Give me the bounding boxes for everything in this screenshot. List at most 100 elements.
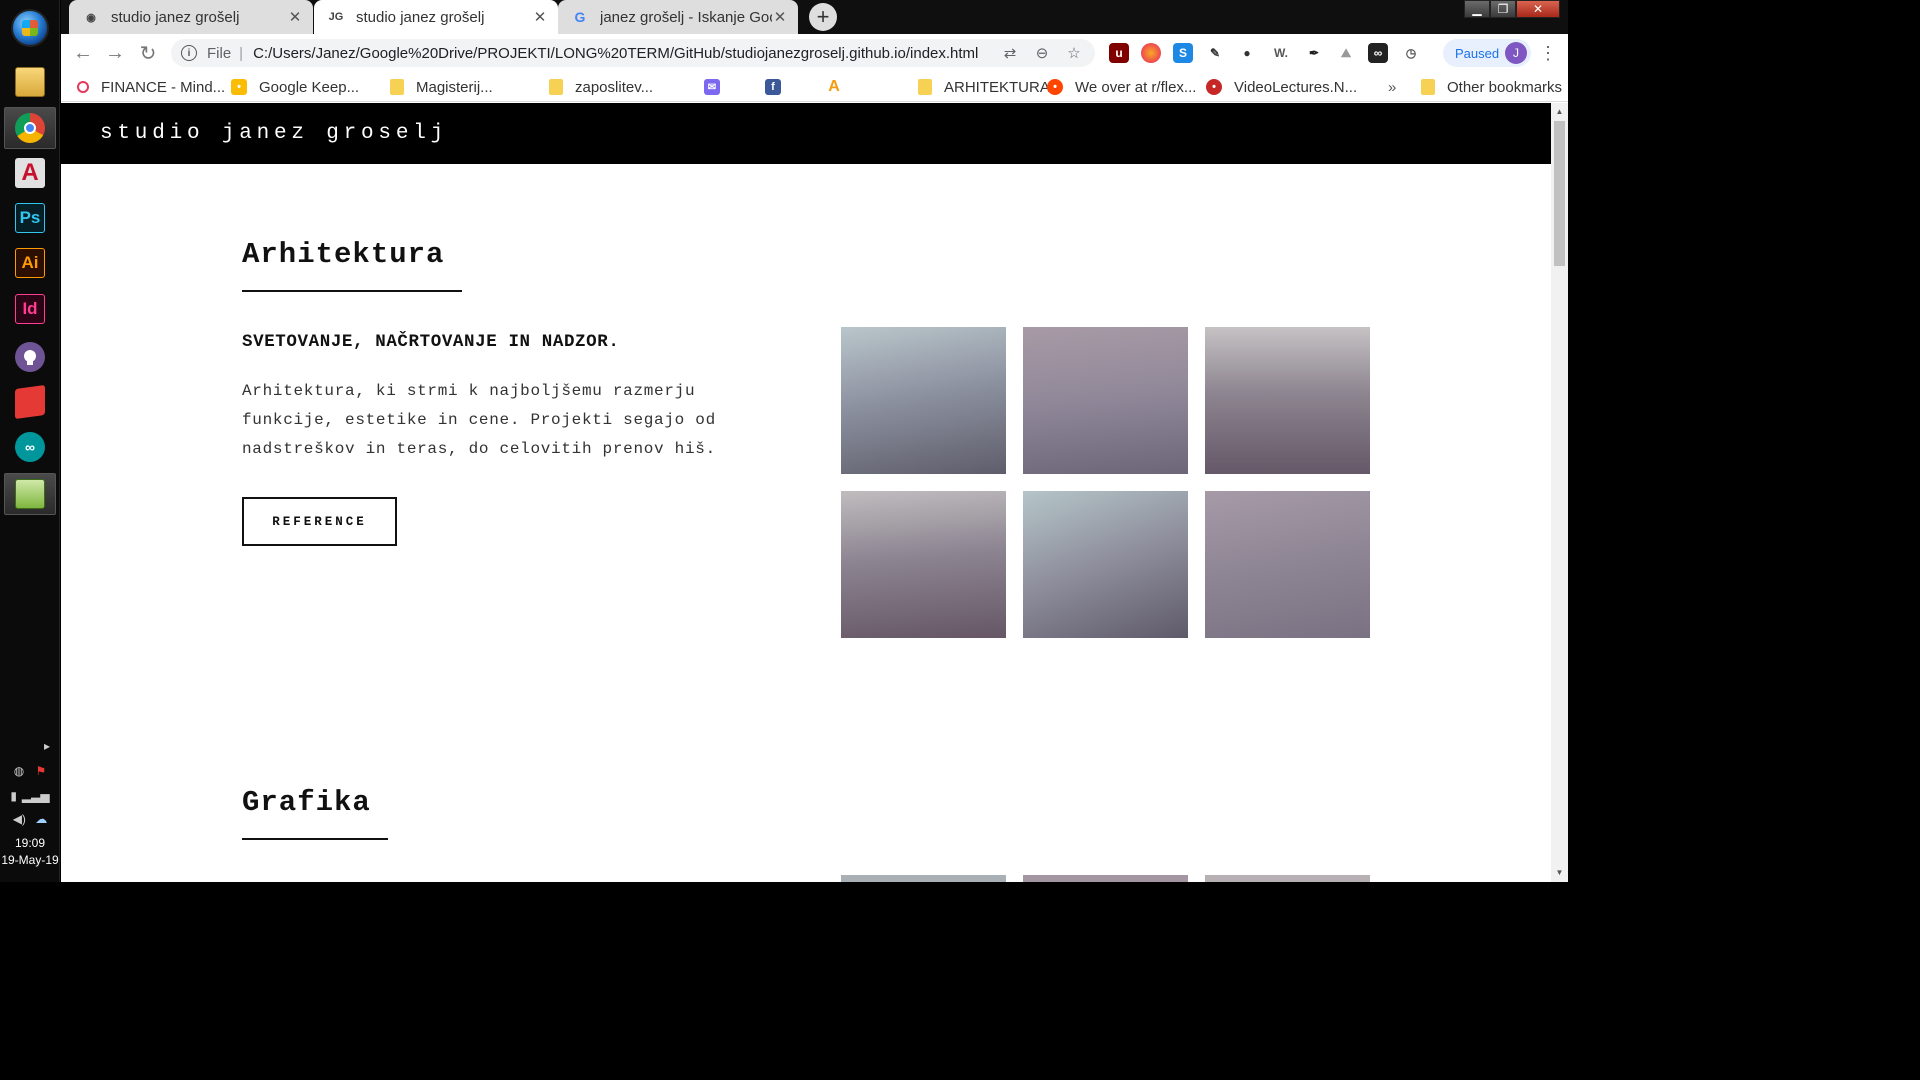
indesign-icon: Id [15, 294, 45, 324]
scrollbar-thumb[interactable] [1554, 121, 1565, 266]
star-bookmark-icon[interactable]: ☆ [1063, 44, 1085, 62]
file-explorer-taskbar-button[interactable] [4, 61, 56, 103]
project-thumbnail[interactable] [841, 875, 1006, 882]
site-logo[interactable]: studio janez groselj [100, 122, 448, 145]
window-controls: ▁ ❐ ✕ [1464, 0, 1560, 18]
w-extension-icon[interactable]: W. [1271, 43, 1291, 63]
ninja-icon[interactable]: ● [1237, 43, 1257, 63]
project-thumbnail[interactable] [1023, 327, 1188, 474]
cloud-sync-icon[interactable]: ☁ [35, 812, 47, 826]
mountain-icon[interactable]: ⛰ [1336, 43, 1356, 63]
bookmark-label: VideoLectures.N... [1234, 78, 1358, 96]
chrome-taskbar-button[interactable] [4, 107, 56, 149]
bookmark-arhitektura[interactable]: ARHITEKTURA [918, 76, 1050, 98]
illustrator-taskbar-button[interactable]: Ai [4, 242, 56, 284]
bookmark-label: zaposlitev... [575, 78, 654, 96]
tab-studio-janez-groselj-2[interactable]: JG studio janez grošelj ✕ [314, 0, 558, 34]
bookmark-google-keep[interactable]: • Google Keep... [231, 76, 359, 98]
autocad-taskbar-button[interactable]: A [4, 152, 56, 194]
profile-button[interactable]: Paused J [1443, 39, 1531, 67]
close-tab-icon[interactable]: ✕ [287, 8, 303, 26]
color-picker-icon[interactable] [1141, 43, 1161, 63]
signal-icon[interactable]: ▂▃▅ [22, 789, 50, 803]
close-tab-icon[interactable]: ✕ [772, 8, 788, 26]
restore-button[interactable]: ❐ [1490, 0, 1516, 18]
timer-icon[interactable]: ◷ [1401, 43, 1421, 63]
ruler-icon[interactable]: ✎ [1205, 43, 1225, 63]
network-globe-icon[interactable]: ◍ [14, 764, 24, 778]
tab-title: studio janez grošelj [356, 8, 485, 26]
bookmark-magisterij[interactable]: Magisterij... [390, 76, 493, 98]
project-thumbnail[interactable] [841, 491, 1006, 638]
info-icon[interactable]: i [181, 45, 197, 61]
bookmark-videolectures[interactable]: • VideoLectures.N... [1206, 76, 1357, 98]
forward-button[interactable]: → [103, 41, 127, 65]
menu-dots-icon[interactable]: ⋮ [1539, 42, 1557, 64]
url-separator: | [239, 44, 244, 62]
project-thumbnail[interactable] [1205, 491, 1370, 638]
reload-button[interactable]: ↻ [136, 41, 160, 65]
clock-date[interactable]: 19-May-19 [0, 853, 60, 867]
bookmark-mail[interactable]: ✉ [704, 76, 732, 98]
a-logo-icon: A [828, 78, 840, 95]
bookmark-label: FINANCE - Mind... [101, 78, 226, 96]
profile-status: Paused [1455, 45, 1500, 61]
minimize-button[interactable]: ▁ [1464, 0, 1490, 18]
close-window-button[interactable]: ✕ [1516, 0, 1560, 18]
notepad-taskbar-button[interactable] [4, 473, 56, 515]
arduino-taskbar-button[interactable]: ∞ [4, 426, 56, 468]
sketchup-taskbar-button[interactable] [4, 381, 56, 423]
bookmark-zaposlitev[interactable]: zaposlitev... [549, 76, 653, 98]
address-bar[interactable]: i File | C:/Users/Janez/Google%20Drive/P… [171, 39, 1095, 67]
bookmark-label: We over at r/flex... [1075, 78, 1197, 96]
scroll-up-icon[interactable]: ▲ [1555, 107, 1564, 116]
start-button[interactable] [11, 9, 49, 47]
bookmark-reddit[interactable]: • We over at r/flex... [1047, 76, 1196, 98]
back-button[interactable]: ← [71, 41, 95, 65]
section-title-grafika: Grafika [242, 786, 371, 819]
tab-google-search[interactable]: G janez grošelj - Iskanje Google ✕ [558, 0, 798, 34]
browser-toolbar: ← → ↻ i File | C:/Users/Janez/Google%20D… [61, 34, 1568, 72]
battery-icon[interactable]: ▮ [10, 789, 17, 803]
site-header: studio janez groselj [61, 103, 1551, 164]
github-desktop-taskbar-button[interactable] [4, 336, 56, 378]
translate-icon[interactable]: ⇄ [999, 44, 1021, 62]
project-thumbnail[interactable] [1023, 875, 1188, 882]
chrome-icon [15, 113, 45, 143]
chrome-window: ◉ studio janez grošelj ✕ JG studio janez… [61, 0, 1568, 882]
bookmark-finance[interactable]: FINANCE - Mind... [77, 76, 225, 98]
flag-icon[interactable]: ⚑ [36, 764, 47, 778]
project-thumbnail[interactable] [841, 327, 1006, 474]
folder-icon [549, 79, 563, 95]
page-scrollbar[interactable]: ▲ ▼ [1551, 103, 1568, 882]
bookmark-a[interactable]: A [826, 76, 854, 98]
url-text[interactable]: C:/Users/Janez/Google%20Drive/PROJEKTI/L… [253, 45, 989, 62]
volume-icon[interactable]: ◀) [13, 812, 26, 826]
tab-studio-janez-groselj-1[interactable]: ◉ studio janez grošelj ✕ [69, 0, 313, 34]
clock-time[interactable]: 19:09 [0, 836, 60, 850]
new-tab-button[interactable]: + [809, 3, 837, 31]
reference-button[interactable]: REFERENCE [242, 497, 397, 546]
other-bookmarks[interactable]: Other bookmarks [1421, 76, 1562, 98]
section-divider [242, 290, 462, 292]
project-thumbnail[interactable] [1023, 491, 1188, 638]
google-icon: G [574, 9, 586, 25]
folder-icon [15, 67, 45, 97]
scroll-down-icon[interactable]: ▼ [1555, 868, 1564, 877]
bookmark-facebook[interactable]: f [765, 76, 793, 98]
glasses-icon[interactable]: ∞ [1368, 43, 1388, 63]
pen-icon[interactable]: ✒ [1304, 43, 1324, 63]
s-extension-icon[interactable]: S [1173, 43, 1193, 63]
description-line: funkcije, estetike in cene. Projekti seg… [242, 411, 716, 429]
tray-expand-icon[interactable]: ▸ [0, 739, 60, 753]
close-tab-icon[interactable]: ✕ [532, 8, 548, 26]
jg-favicon-icon: JG [328, 11, 344, 23]
project-thumbnail[interactable] [1205, 327, 1370, 474]
ublock-icon[interactable]: u [1109, 43, 1129, 63]
photoshop-taskbar-button[interactable]: Ps [4, 197, 56, 239]
videolectures-icon: • [1206, 79, 1222, 95]
indesign-taskbar-button[interactable]: Id [4, 288, 56, 330]
bookmarks-overflow-button[interactable]: » [1388, 76, 1396, 98]
project-thumbnail[interactable] [1205, 875, 1370, 882]
zoom-icon[interactable]: ⊖ [1031, 44, 1053, 62]
